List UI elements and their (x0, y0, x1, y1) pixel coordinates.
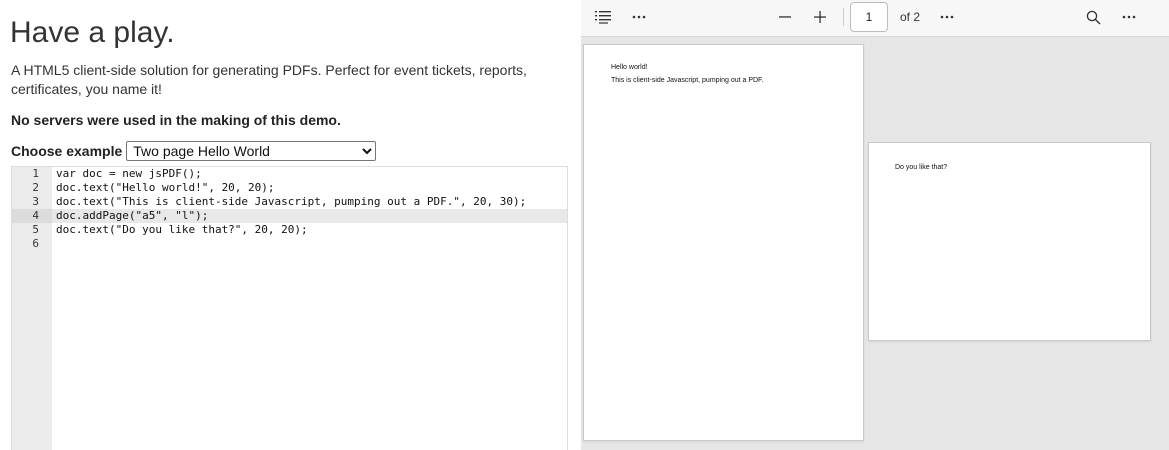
code-editor[interactable]: 1 var doc = new jsPDF(); 2 doc.text("Hel… (11, 166, 568, 450)
pdf-toolbar: of 2 (581, 0, 1169, 37)
code-text[interactable]: doc.addPage("a5", "l"); (56, 209, 208, 223)
code-line[interactable]: 6 (12, 237, 567, 251)
page-number-input[interactable] (850, 2, 888, 32)
line-number: 1 (32, 167, 39, 180)
code-line[interactable]: 3 doc.text("This is client-side Javascri… (12, 195, 567, 209)
pdf-viewer: of 2 (581, 0, 1169, 450)
app-root: Have a play. A HTML5 client-side solutio… (0, 0, 1169, 450)
toolbar-divider (843, 8, 844, 26)
choose-example-row: Choose example Two page Hello World (11, 140, 377, 161)
demo-panel: Have a play. A HTML5 client-side solutio… (0, 0, 581, 450)
more-horizontal-icon[interactable] (1119, 5, 1139, 29)
pdf-text: This is client-side Javascript, pumping … (611, 77, 764, 84)
list-icon[interactable] (593, 5, 613, 29)
code-text[interactable]: doc.text("This is client-side Javascript… (56, 195, 526, 209)
code-text[interactable]: doc.text("Hello world!", 20, 20); (56, 181, 275, 195)
example-select[interactable]: Two page Hello World (126, 140, 377, 161)
no-servers-note: No servers were used in the making of th… (11, 112, 341, 128)
minus-icon[interactable] (775, 5, 795, 29)
plus-icon[interactable] (810, 5, 830, 29)
line-number: 5 (32, 223, 39, 236)
page-count: of 2 (900, 10, 921, 24)
code-line-active[interactable]: 4 doc.addPage("a5", "l"); (12, 209, 567, 223)
code-line[interactable]: 1 var doc = new jsPDF(); (12, 167, 567, 181)
more-horizontal-icon[interactable] (629, 5, 649, 29)
more-horizontal-icon[interactable] (937, 5, 957, 29)
pdf-text: Hello world! (611, 64, 648, 71)
line-number: 6 (32, 237, 39, 250)
code-line[interactable]: 2 doc.text("Hello world!", 20, 20); (12, 181, 567, 195)
pdf-page-1: Hello world! This is client-side Javascr… (583, 44, 864, 441)
line-number: 2 (32, 181, 39, 194)
intro-text: A HTML5 client-side solution for generat… (11, 62, 527, 97)
choose-example-label: Choose example (11, 142, 123, 159)
code-line[interactable]: 5 doc.text("Do you like that?", 20, 20); (12, 223, 567, 237)
search-icon[interactable] (1083, 5, 1103, 29)
line-number: 4 (12, 209, 52, 223)
line-number: 3 (32, 195, 39, 208)
code-lines[interactable]: 1 var doc = new jsPDF(); 2 doc.text("Hel… (12, 167, 567, 251)
page-heading: Have a play. (10, 16, 175, 49)
pdf-text: Do you like that? (895, 164, 948, 171)
code-text[interactable]: var doc = new jsPDF(); (56, 167, 202, 181)
code-text[interactable]: doc.text("Do you like that?", 20, 20); (56, 223, 308, 237)
pdf-page-2: Do you like that? (868, 142, 1151, 341)
